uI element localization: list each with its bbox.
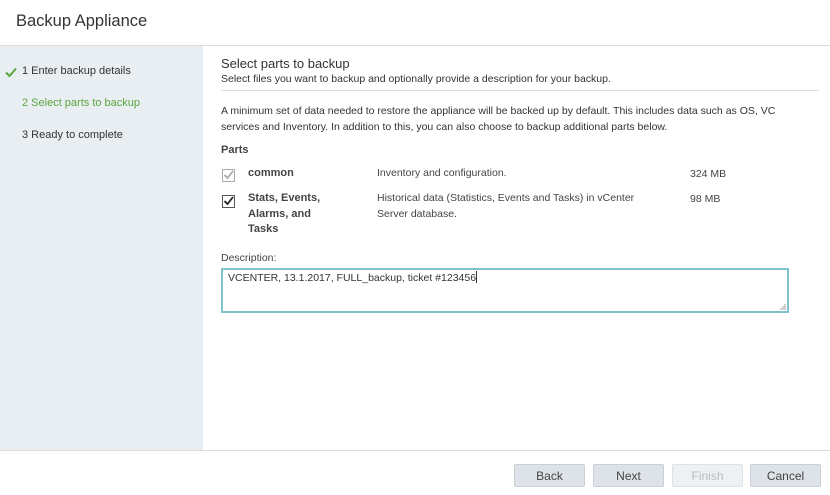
parts-heading: Parts	[221, 144, 249, 156]
description-label: Description:	[221, 252, 277, 264]
page-subtitle: Select files you want to backup and opti…	[221, 73, 611, 85]
common-checkbox	[222, 169, 235, 182]
footer-divider	[0, 450, 830, 451]
check-icon	[5, 67, 17, 78]
next-button[interactable]: Next	[593, 464, 664, 487]
info-line: A minimum set of data needed to restore …	[221, 105, 776, 117]
step-select-parts[interactable]: 2 Select parts to backup	[22, 97, 140, 109]
text-caret	[476, 271, 478, 283]
cancel-button[interactable]: Cancel	[750, 464, 821, 487]
description-textarea[interactable]: VCENTER, 13.1.2017, FULL_backup, ticket …	[221, 268, 789, 313]
checkmark-icon	[223, 196, 234, 206]
part-name-line: Tasks	[248, 223, 279, 235]
subtitle-divider	[221, 90, 819, 91]
part-name-stats-events-alarms-tasks: Stats, Events, Alarms, and Tasks	[248, 191, 348, 238]
backup-info-text: A minimum set of data needed to restore …	[221, 104, 811, 135]
part-name-line: Alarms, and	[248, 207, 311, 220]
stats-events-alarms-tasks-checkbox[interactable]	[222, 195, 235, 208]
description-value: VCENTER, 13.1.2017, FULL_backup, ticket …	[228, 271, 478, 284]
part-size-common: 324 MB	[690, 168, 727, 180]
finish-button: Finish	[672, 464, 743, 487]
description-text: VCENTER, 13.1.2017, FULL_backup, ticket …	[228, 272, 477, 284]
part-name-common: common	[248, 167, 294, 179]
step-enter-backup-details[interactable]: 1 Enter backup details	[22, 65, 131, 77]
info-line: services and Inventory. In addition to t…	[221, 120, 668, 133]
wizard-steps-sidebar: 1 Enter backup details 2 Select parts to…	[0, 46, 203, 450]
window-title: Backup Appliance	[16, 12, 148, 30]
checkmark-icon	[223, 170, 234, 180]
part-name-line: Stats, Events,	[248, 192, 321, 204]
part-description-line: Historical data (Statistics, Events and …	[377, 192, 635, 204]
backup-appliance-wizard: Backup Appliance 1 Enter backup details …	[0, 0, 830, 495]
part-description-line: Server database.	[377, 207, 457, 220]
back-button[interactable]: Back	[514, 464, 585, 487]
part-description-common: Inventory and configuration.	[377, 167, 507, 179]
part-size-stats: 98 MB	[690, 193, 721, 205]
page-title: Select parts to backup	[221, 56, 350, 71]
resize-grip-icon[interactable]	[779, 303, 786, 310]
part-description-stats: Historical data (Statistics, Events and …	[377, 191, 667, 222]
step-ready-to-complete: 3 Ready to complete	[22, 129, 123, 141]
